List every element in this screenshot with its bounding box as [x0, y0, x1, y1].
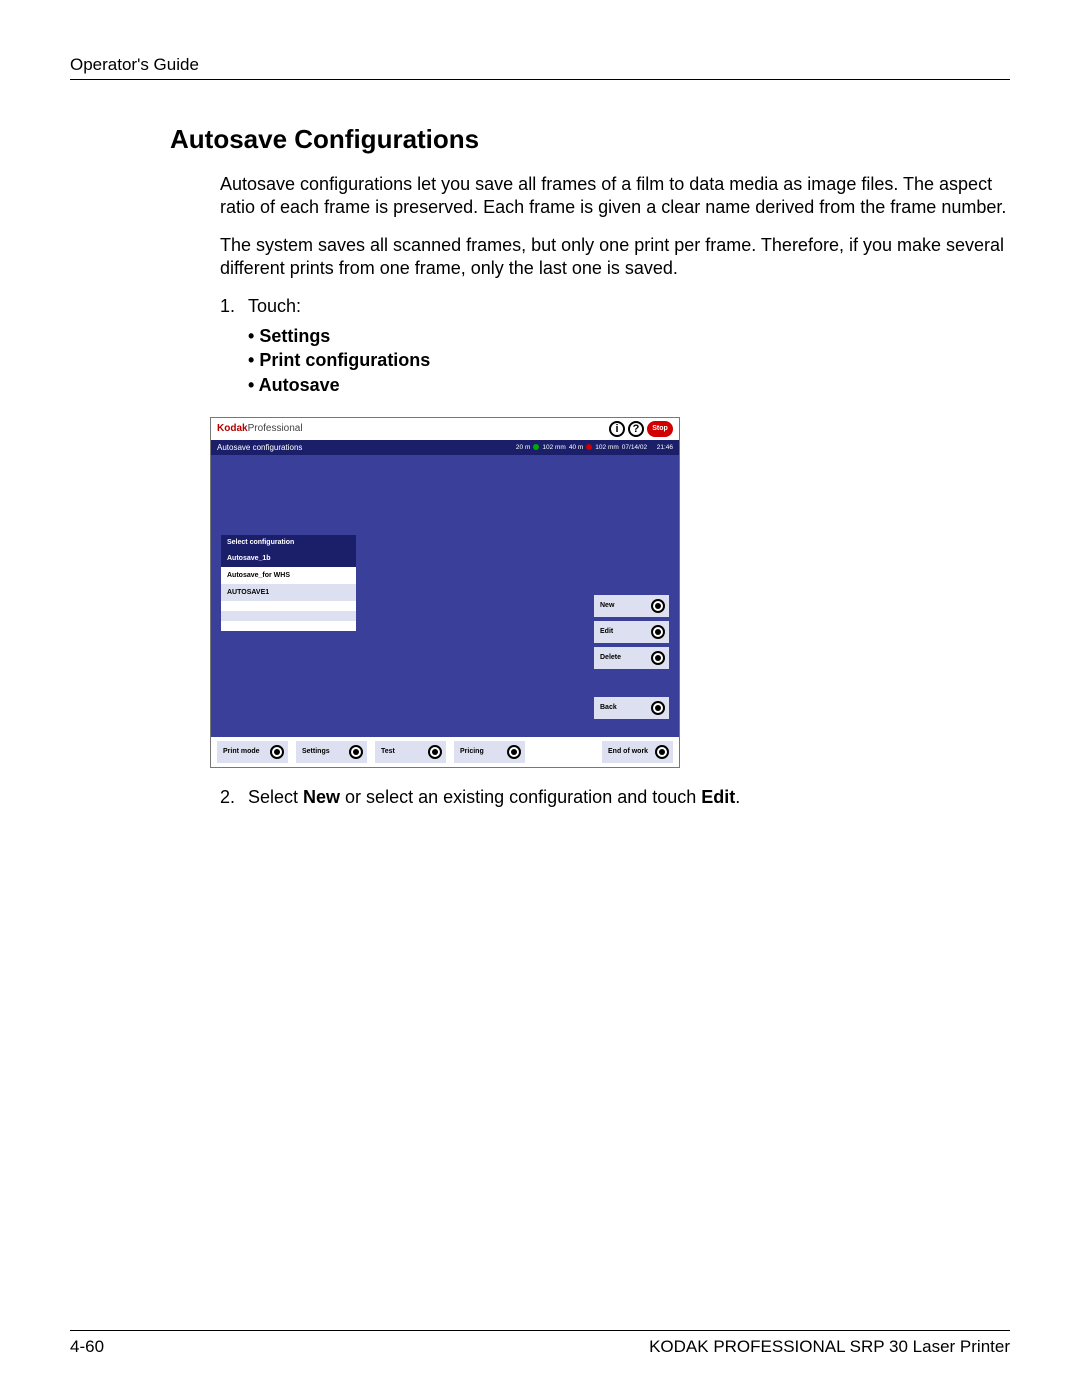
test-button[interactable]: Test	[375, 741, 446, 763]
status-red-icon	[586, 444, 592, 450]
title-bar: Autosave configurations 20 m 102 mm 40 m…	[211, 440, 679, 455]
info-button[interactable]: i	[609, 421, 625, 437]
list-item[interactable]: Autosave_for WHS	[221, 567, 356, 584]
list-item-empty[interactable]	[221, 601, 356, 611]
page-header: Operator's Guide	[70, 55, 1010, 80]
test-label: Test	[381, 748, 395, 755]
touch-path-list: Settings Print configurations Autosave	[248, 324, 1010, 397]
edit-button-label: Edit	[600, 628, 613, 635]
button-icon	[651, 625, 665, 639]
delete-button[interactable]: Delete	[594, 647, 669, 669]
configuration-list: Select configuration Autosave_1b Autosav…	[221, 535, 356, 631]
autosave-screenshot: KodakProfessional i ? Stop Autosave conf…	[210, 417, 680, 768]
button-icon	[655, 745, 669, 759]
step-2-new: New	[303, 787, 340, 807]
new-button-label: New	[600, 602, 614, 609]
stop-button[interactable]: Stop	[647, 421, 673, 437]
print-mode-button[interactable]: Print mode	[217, 741, 288, 763]
section-title: Autosave Configurations	[170, 124, 1010, 155]
button-icon	[651, 701, 665, 715]
brand: KodakProfessional	[217, 423, 303, 434]
status-time: 21:46	[657, 444, 673, 451]
step-2-text-end: .	[735, 787, 740, 807]
app-header: KodakProfessional i ? Stop	[211, 418, 679, 440]
step-1: 1.Touch:	[220, 295, 1010, 318]
pricing-label: Pricing	[460, 748, 484, 755]
status-width-a: 102 mm	[542, 444, 565, 451]
settings-label: Settings	[302, 748, 330, 755]
pricing-button[interactable]: Pricing	[454, 741, 525, 763]
button-icon	[507, 745, 521, 759]
back-button-label: Back	[600, 704, 617, 711]
page-footer: 4-60 KODAK PROFESSIONAL SRP 30 Laser Pri…	[70, 1330, 1010, 1357]
status-green-icon	[533, 444, 539, 450]
button-icon	[428, 745, 442, 759]
new-button[interactable]: New	[594, 595, 669, 617]
bullet-settings: Settings	[248, 324, 1010, 348]
list-item-empty[interactable]	[221, 611, 356, 621]
screen-body: Select configuration Autosave_1b Autosav…	[211, 455, 679, 735]
list-header: Select configuration	[221, 535, 356, 550]
step-2-edit: Edit	[701, 787, 735, 807]
step-2-number: 2.	[220, 786, 248, 809]
bottom-toolbar: Print mode Settings Test Pricing En	[211, 735, 679, 767]
delete-button-label: Delete	[600, 654, 621, 661]
status-length-a: 20 m	[516, 444, 530, 451]
step-2: 2.Select New or select an existing confi…	[220, 786, 1010, 809]
bullet-print-configurations: Print configurations	[248, 348, 1010, 372]
intro-paragraph-1: Autosave configurations let you save all…	[220, 173, 1010, 220]
button-icon	[651, 651, 665, 665]
end-of-work-label: End of work	[608, 748, 648, 755]
help-icon: ?	[633, 423, 640, 435]
status-date: 07/14/02	[622, 444, 647, 451]
brand-professional: Professional	[248, 423, 303, 434]
list-item-selected[interactable]: Autosave_1b	[221, 550, 356, 567]
end-of-work-button[interactable]: End of work	[602, 741, 673, 763]
status-bar: 20 m 102 mm 40 m 102 mm 07/14/02 21:46	[516, 444, 673, 451]
screen-title: Autosave configurations	[217, 443, 302, 452]
intro-paragraph-2: The system saves all scanned frames, but…	[220, 234, 1010, 281]
settings-button[interactable]: Settings	[296, 741, 367, 763]
button-icon	[270, 745, 284, 759]
brand-kodak: Kodak	[217, 423, 248, 434]
step-2-text-pre: Select	[248, 787, 303, 807]
back-button[interactable]: Back	[594, 697, 669, 719]
page-number: 4-60	[70, 1337, 104, 1357]
info-icon: i	[615, 423, 618, 435]
edit-button[interactable]: Edit	[594, 621, 669, 643]
step-1-text: Touch:	[248, 296, 301, 316]
list-item[interactable]: AUTOSAVE1	[221, 584, 356, 601]
step-1-number: 1.	[220, 295, 248, 318]
step-2-text-mid: or select an existing configuration and …	[340, 787, 701, 807]
product-name: KODAK PROFESSIONAL SRP 30 Laser Printer	[649, 1337, 1010, 1357]
list-item-empty[interactable]	[221, 621, 356, 631]
bullet-autosave: Autosave	[248, 373, 1010, 397]
status-length-b: 40 m	[569, 444, 583, 451]
button-icon	[651, 599, 665, 613]
button-icon	[349, 745, 363, 759]
print-mode-label: Print mode	[223, 748, 260, 755]
status-width-b: 102 mm	[595, 444, 618, 451]
help-button[interactable]: ?	[628, 421, 644, 437]
